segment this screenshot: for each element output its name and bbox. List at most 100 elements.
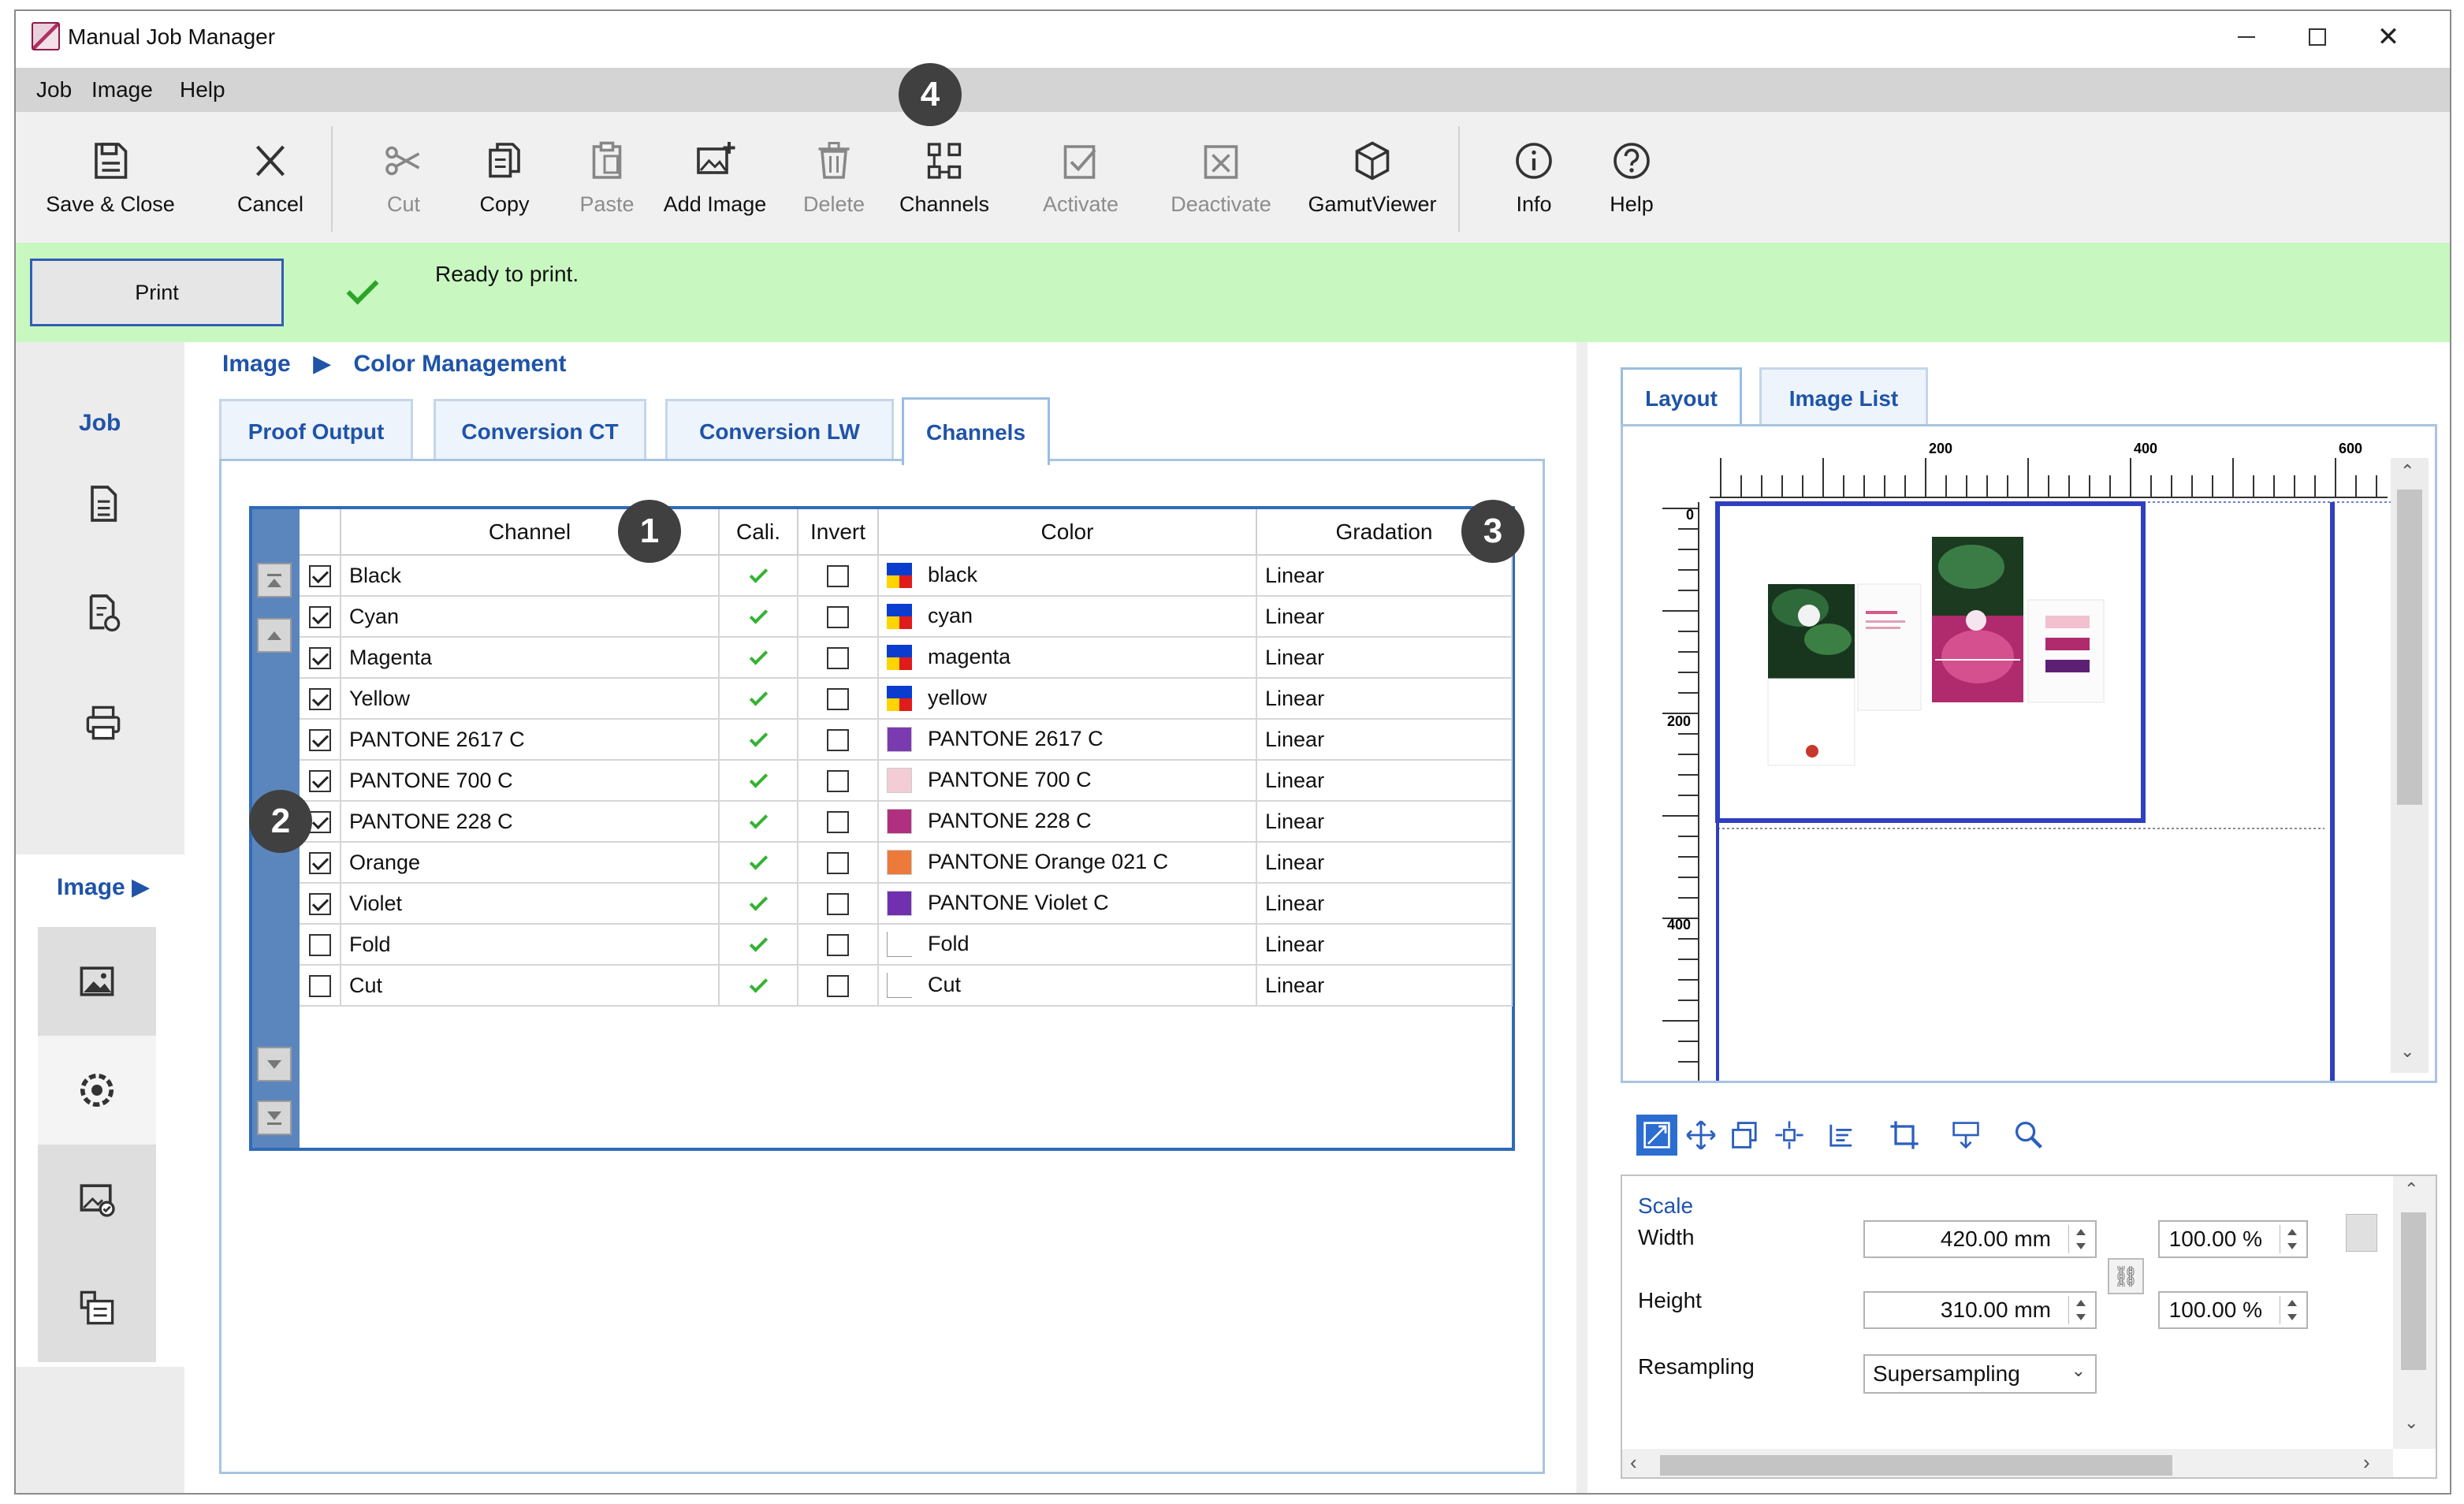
center-tool-icon[interactable] bbox=[1769, 1115, 1810, 1156]
nav-image-list-icon[interactable] bbox=[38, 1253, 156, 1362]
delete-button[interactable]: Delete bbox=[787, 137, 881, 232]
enable-checkbox[interactable] bbox=[308, 770, 331, 793]
scroll-left-arrow-icon[interactable]: ‹ bbox=[1630, 1450, 1637, 1475]
gradation-cell[interactable]: Linear bbox=[1256, 842, 1513, 884]
invert-checkbox[interactable] bbox=[827, 975, 849, 998]
scroll-down-arrow-icon[interactable]: ⌄ bbox=[2400, 1041, 2414, 1062]
invert-checkbox[interactable] bbox=[827, 565, 849, 588]
color-cell[interactable]: PANTONE 2617 C bbox=[878, 719, 1257, 761]
table-row[interactable]: Yellow yellow Linear bbox=[300, 678, 1513, 720]
scroll-down-button[interactable] bbox=[257, 1047, 292, 1081]
invert-checkbox[interactable] bbox=[827, 647, 849, 670]
invert-checkbox[interactable] bbox=[827, 852, 849, 875]
close-window-button[interactable]: ✕ bbox=[2365, 17, 2412, 57]
scroll-top-button[interactable] bbox=[257, 563, 292, 598]
height-mm-field[interactable]: 310.00 mm bbox=[1863, 1291, 2097, 1329]
scroll-up-arrow-icon[interactable]: ⌃ bbox=[2400, 461, 2414, 482]
width-mm-field[interactable]: 420.00 mm bbox=[1863, 1220, 2097, 1258]
nav-image-check-icon[interactable] bbox=[38, 1145, 156, 1253]
trim-tool-icon[interactable] bbox=[1821, 1115, 1862, 1156]
enable-checkbox[interactable] bbox=[308, 729, 331, 752]
color-cell[interactable]: Fold bbox=[878, 924, 1257, 966]
invert-checkbox[interactable] bbox=[827, 893, 849, 916]
menu-help[interactable]: Help bbox=[180, 77, 225, 102]
minimize-button[interactable] bbox=[2223, 17, 2270, 57]
nav-document-settings-icon[interactable] bbox=[52, 569, 154, 656]
cut-button[interactable]: Cut bbox=[356, 137, 451, 232]
width-mm-stepper[interactable] bbox=[2068, 1225, 2092, 1253]
color-cell[interactable]: black bbox=[878, 555, 1257, 597]
invert-checkbox[interactable] bbox=[827, 811, 849, 834]
tab-proof-output[interactable]: Proof Output bbox=[219, 399, 413, 462]
nav-image[interactable]: Image ▶ bbox=[57, 873, 150, 901]
layout-canvas[interactable]: 200 400 600 0 200 400 bbox=[1623, 426, 2435, 1081]
tab-conversion-lw[interactable]: Conversion LW bbox=[665, 399, 894, 462]
height-percent-stepper[interactable] bbox=[2280, 1296, 2303, 1324]
color-column-header[interactable]: Color bbox=[878, 509, 1257, 556]
nav-color-wheel-icon[interactable] bbox=[38, 1036, 156, 1145]
position-tool-icon[interactable] bbox=[1945, 1115, 1986, 1156]
scale-hscroll-thumb[interactable] bbox=[1660, 1455, 2172, 1476]
height-mm-stepper[interactable] bbox=[2068, 1296, 2092, 1324]
print-button[interactable]: Print bbox=[30, 259, 284, 326]
invert-checkbox[interactable] bbox=[827, 729, 849, 752]
table-row[interactable]: Violet PANTONE Violet C Linear bbox=[300, 883, 1513, 925]
invert-checkbox[interactable] bbox=[827, 770, 849, 793]
deactivate-button[interactable]: Deactivate bbox=[1154, 137, 1288, 232]
menu-image[interactable]: Image bbox=[91, 77, 153, 102]
zoom-tool-icon[interactable] bbox=[2008, 1115, 2049, 1156]
table-row[interactable]: PANTONE 2617 C PANTONE 2617 C Linear bbox=[300, 719, 1513, 761]
invert-checkbox[interactable] bbox=[827, 688, 849, 711]
nav-image-icon[interactable] bbox=[38, 927, 156, 1036]
table-row[interactable]: PANTONE 228 C PANTONE 228 C Linear bbox=[300, 801, 1513, 843]
invert-checkbox[interactable] bbox=[827, 606, 849, 629]
enable-checkbox[interactable] bbox=[308, 975, 331, 998]
color-cell[interactable]: magenta bbox=[878, 637, 1257, 679]
enable-checkbox[interactable] bbox=[308, 647, 331, 670]
gradation-cell[interactable]: Linear bbox=[1256, 924, 1513, 966]
gradation-cell[interactable]: Linear bbox=[1256, 555, 1513, 597]
scroll-right-arrow-icon[interactable]: › bbox=[2363, 1450, 2370, 1475]
table-row[interactable]: Black black Linear bbox=[300, 555, 1513, 597]
layout-scroll-thumb[interactable] bbox=[2397, 490, 2422, 805]
help-button[interactable]: Help bbox=[1584, 137, 1679, 232]
table-row[interactable]: Magenta magenta Linear bbox=[300, 637, 1513, 679]
resampling-select[interactable]: Supersampling ⌄ bbox=[1863, 1354, 2097, 1394]
color-cell[interactable]: PANTONE Orange 021 C bbox=[878, 842, 1257, 884]
table-row[interactable]: PANTONE 700 C PANTONE 700 C Linear bbox=[300, 760, 1513, 802]
nav-printer-icon[interactable] bbox=[52, 679, 154, 766]
color-cell[interactable]: PANTONE Violet C bbox=[878, 883, 1257, 925]
color-cell[interactable]: Cut bbox=[878, 965, 1257, 1007]
cali-column-header[interactable]: Cali. bbox=[719, 509, 798, 556]
width-percent-field[interactable]: 100.00 % bbox=[2158, 1220, 2308, 1258]
channels-button[interactable]: Channels bbox=[889, 137, 999, 232]
gradation-cell[interactable]: Linear bbox=[1256, 760, 1513, 802]
gradation-cell[interactable]: Linear bbox=[1256, 678, 1513, 720]
height-percent-field[interactable]: 100.00 % bbox=[2158, 1291, 2308, 1329]
gradation-cell[interactable]: Linear bbox=[1256, 596, 1513, 638]
cancel-button[interactable]: Cancel bbox=[211, 137, 329, 232]
paste-button[interactable]: Paste bbox=[560, 137, 654, 232]
color-cell[interactable]: cyan bbox=[878, 596, 1257, 638]
enable-checkbox[interactable] bbox=[308, 893, 331, 916]
gradation-cell[interactable]: Linear bbox=[1256, 883, 1513, 925]
invert-checkbox[interactable] bbox=[827, 934, 849, 957]
color-cell[interactable]: yellow bbox=[878, 678, 1257, 720]
menu-job[interactable]: Job bbox=[36, 77, 72, 102]
link-proportions-icon[interactable]: ⛓ bbox=[2108, 1258, 2144, 1294]
gamut-viewer-button[interactable]: GamutViewer bbox=[1297, 137, 1447, 232]
pane-splitter[interactable] bbox=[1576, 342, 1587, 1493]
layout-vertical-scrollbar[interactable]: ⌃ ⌄ bbox=[2391, 458, 2429, 1073]
scroll-down-arrow-icon[interactable]: ⌄ bbox=[2404, 1413, 2418, 1433]
table-row[interactable]: Cyan cyan Linear bbox=[300, 596, 1513, 638]
table-row[interactable]: Cut Cut Linear bbox=[300, 965, 1513, 1007]
tab-conversion-ct[interactable]: Conversion CT bbox=[434, 399, 646, 462]
table-row[interactable]: Orange PANTONE Orange 021 C Linear bbox=[300, 842, 1513, 884]
maximize-button[interactable] bbox=[2294, 17, 2341, 57]
scale-horizontal-scrollbar[interactable]: ‹ › bbox=[1622, 1449, 2393, 1477]
enable-checkbox[interactable] bbox=[308, 852, 331, 875]
nav-document-icon[interactable] bbox=[52, 460, 154, 547]
invert-column-header[interactable]: Invert bbox=[798, 509, 879, 556]
color-cell[interactable]: PANTONE 228 C bbox=[878, 801, 1257, 843]
enable-checkbox[interactable] bbox=[308, 606, 331, 629]
